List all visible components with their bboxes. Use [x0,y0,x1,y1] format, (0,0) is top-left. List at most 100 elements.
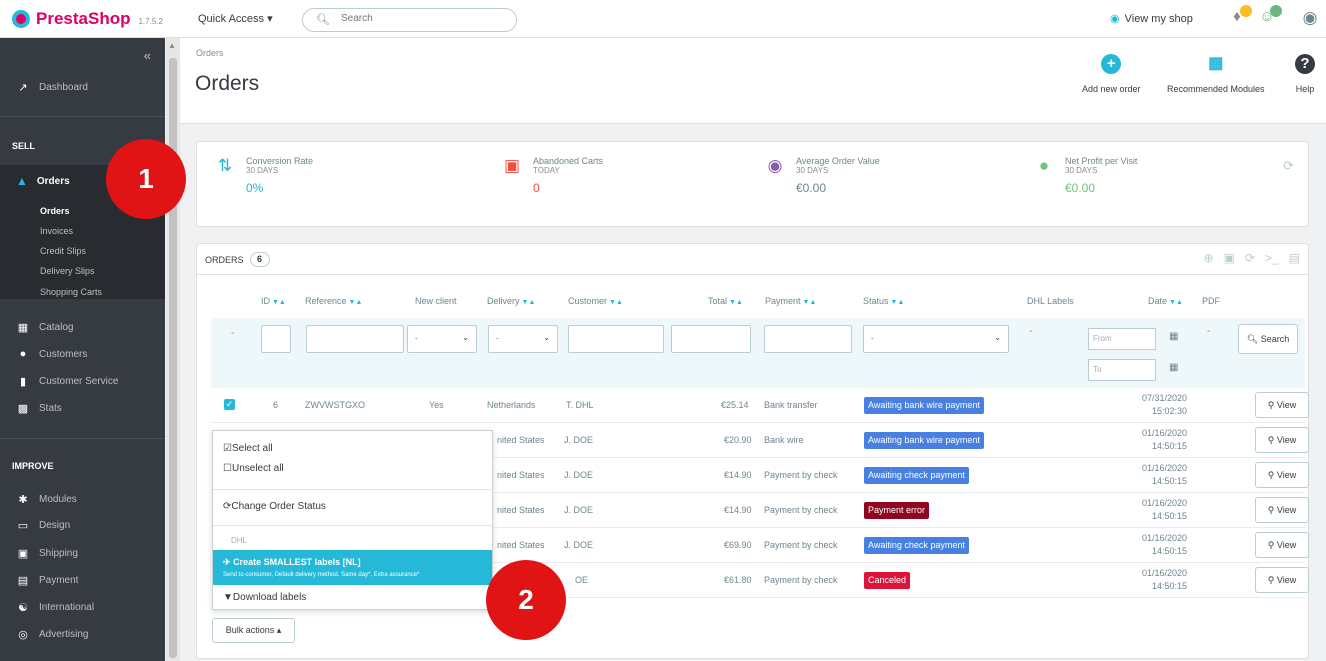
sidebar-item-shipping[interactable]: ▣ Shipping [16,547,78,560]
view-order-button[interactable]: ⚲ View [1255,427,1309,453]
column-header-customer[interactable]: Customer ▼▲ [568,296,623,306]
view-my-shop-link[interactable]: ◉ View my shop [1110,12,1193,25]
filter-date-to[interactable]: To [1088,359,1156,381]
refresh-list-icon[interactable]: ⟳ [1245,251,1255,265]
row-checkbox-checked[interactable]: ✓ [224,399,235,410]
sidebar-item-advertising[interactable]: ◎ Advertising [16,628,88,641]
sidebar: « ↗ Dashboard SELL ▲ Orders Orders Invoice… [0,38,165,661]
view-order-button[interactable]: ⚲ View [1255,462,1309,488]
kpi-conversion-rate[interactable]: ⇅ Conversion Rate 30 DAYS 0% [215,156,313,195]
checkbox-empty-icon: ☐ [223,463,232,474]
sidebar-item-dashboard[interactable]: ↗ Dashboard [16,81,88,94]
kpi-value: 0% [246,181,264,195]
cell-customer: T. DHL [566,400,594,410]
calendar-icon[interactable]: ▦ [1169,362,1178,373]
filter-date-from[interactable]: From [1088,328,1156,350]
database-icon[interactable]: ▤ [1289,251,1300,265]
menu-item-download-labels[interactable]: ▼Download labels [223,592,306,603]
kpi-net-profit[interactable]: ● Net Profit per Visit 30 DAYS €0.00 [1034,156,1138,195]
top-bar: PrestaShop 1.7.5.2 Quick Access ▾ 🔍︎ ◉ Vi… [0,0,1326,38]
breadcrumb[interactable]: Orders [196,48,224,58]
sidebar-item-customers[interactable]: ● Customers [16,348,88,360]
sql-query-icon[interactable]: >_ [1265,251,1279,265]
cell-date: 07/31/2020 15:02:30 [1141,393,1187,416]
help-button[interactable]: ? Help [1295,54,1315,94]
column-header-payment[interactable]: Payment ▼▲ [765,296,816,306]
sidebar-item-label: Shipping [39,548,78,559]
view-order-button[interactable]: ⚲ View [1255,532,1309,558]
sidebar-item-payment[interactable]: ▤ Payment [16,574,79,587]
menu-item-select-all[interactable]: ☑Select all [223,443,273,454]
filter-delivery-select[interactable]: - ⌄ [488,325,558,353]
kpi-period: 30 DAYS [246,166,279,175]
cell-delivery: nited States [497,540,545,550]
sidebar-subitem-credit-slips[interactable]: Credit Slips [40,246,86,256]
refresh-icon[interactable]: ⟳ [1283,158,1294,174]
account-circle-icon: ● [19,348,27,360]
kpi-abandoned-carts[interactable]: ▣ Abandoned Carts TODAY 0 [502,156,603,195]
sidebar-item-orders[interactable]: ▲ Orders [16,174,70,188]
shopping-cart-icon: ▣ [503,156,521,175]
panel-title: ORDERS [205,254,244,265]
employee-notifications-icon[interactable]: ☺ [1257,5,1282,28]
add-icon[interactable]: ⊕ [1204,251,1214,265]
sidebar-item-international[interactable]: ☯ International [16,601,94,614]
menu-item-create-smallest-labels[interactable]: ✈ Create SMALLEST labels [NL] Send to co… [213,550,492,585]
desktop-icon: ▭ [17,520,29,532]
column-header-id[interactable]: ID ▼▲ [261,296,286,306]
view-order-button[interactable]: ⚲ View [1255,497,1309,523]
chevron-down-icon: ⌄ [543,333,550,342]
search-box[interactable]: 🔍︎ [302,8,517,32]
column-header-status[interactable]: Status ▼▲ [863,296,904,306]
orders-panel-header: ORDERS 6 [205,252,270,267]
search-icon: 🔍︎ [316,14,330,26]
filter-customer-input[interactable] [568,325,664,353]
sidebar-subitem-shopping-carts[interactable]: Shopping Carts [40,287,102,297]
bulk-actions-button[interactable]: Bulk actions ▴ [212,618,295,643]
notifications-bell-icon[interactable]: ♦ [1227,5,1252,28]
quick-access-dropdown[interactable]: Quick Access ▾ [198,12,273,25]
kpi-label: Conversion Rate [246,156,314,166]
column-header-reference[interactable]: Reference ▼▲ [305,296,362,306]
sidebar-subitem-invoices[interactable]: Invoices [40,226,73,236]
view-order-button[interactable]: ⚲ View [1255,392,1309,418]
filter-id-input[interactable] [261,325,291,353]
column-header-delivery[interactable]: Delivery ▼▲ [487,296,535,306]
calendar-icon[interactable]: ▦ [1169,331,1178,342]
filter-new-client-select[interactable]: - ⌄ [407,325,477,353]
sidebar-item-design[interactable]: ▭ Design [16,519,70,532]
cell-delivery: nited States [497,435,545,445]
kpi-average-order-value[interactable]: ◉ Average Order Value 30 DAYS €0.00 [765,156,880,195]
sidebar-subitem-orders[interactable]: Orders [40,206,70,216]
export-icon[interactable]: ▣ [1224,251,1235,265]
filter-reference-input[interactable] [306,325,404,353]
sidebar-subitem-delivery-slips[interactable]: Delivery Slips [40,266,95,276]
chevron-down-icon: ⌄ [994,333,1001,342]
column-header-new-client: New client [415,296,457,306]
divider [213,525,492,526]
kpi-value: 0 [533,181,540,195]
menu-item-change-order-status[interactable]: ⟳Change Order Status [223,501,326,512]
add-new-order-button[interactable]: + Add new order [1082,54,1141,94]
recommended-modules-button[interactable]: ▩ Recommended Modules [1167,54,1265,94]
column-header-total[interactable]: Total ▼▲ [708,296,743,306]
user-account-icon[interactable]: ◉ [1300,8,1320,28]
scroll-up-arrow-icon[interactable]: ▲ [168,41,176,50]
table-row[interactable]: ✓ 6 ZWVWSTGXO Yes Netherlands T. DHL €25… [211,388,1309,423]
view-order-button[interactable]: ⚲ View [1255,567,1309,593]
filter-payment-input[interactable] [764,325,852,353]
sidebar-item-customer-service[interactable]: ▮ Customer Service [16,375,119,388]
sidebar-scrollbar[interactable]: ▲ [166,38,180,661]
filter-status-select[interactable]: - ⌄ [863,325,1009,353]
menu-item-unselect-all[interactable]: ☐Unselect all [223,463,284,474]
search-input[interactable] [341,13,501,24]
sidebar-item-modules[interactable]: ✱ Modules [16,493,76,506]
filter-search-button[interactable]: 🔍︎ Search [1238,324,1298,354]
column-header-date[interactable]: Date ▼▲ [1148,296,1183,306]
filter-total-input[interactable] [671,325,751,353]
prestashop-logo[interactable]: PrestaShop 1.7.5.2 [12,9,163,29]
sidebar-item-stats[interactable]: ▩ Stats [16,402,62,415]
collapse-sidebar-icon[interactable]: « [144,48,151,63]
brand-name: PrestaShop [36,9,131,28]
sidebar-item-catalog[interactable]: ▦ Catalog [16,321,74,334]
